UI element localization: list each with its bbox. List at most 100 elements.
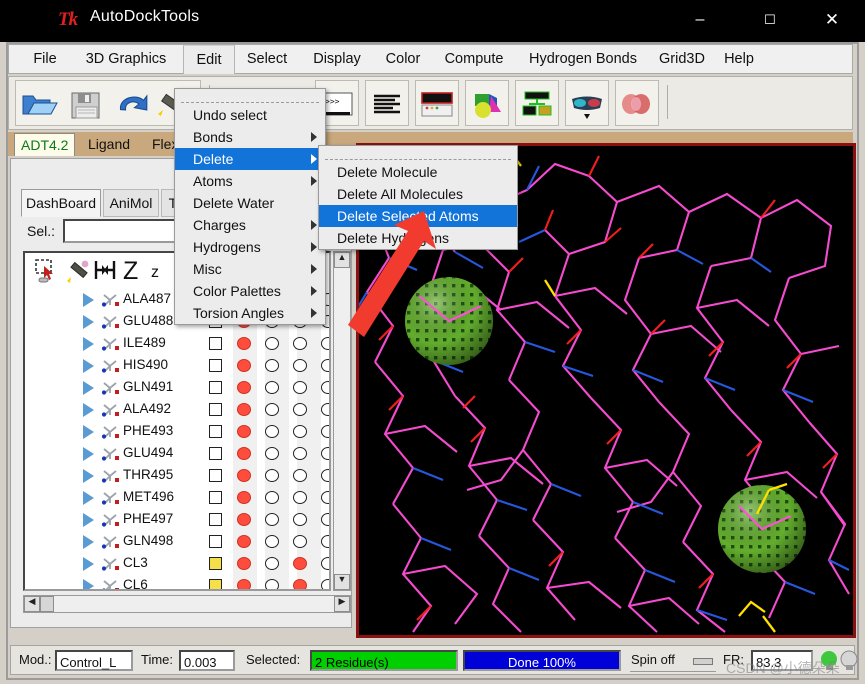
row-toggle-dot[interactable] (237, 425, 251, 438)
molecule-icon[interactable] (101, 402, 121, 418)
table-row[interactable]: GLU494 (25, 443, 329, 465)
table-row[interactable]: PHE497 (25, 509, 329, 531)
row-checkbox[interactable] (209, 579, 222, 589)
row-checkbox[interactable] (209, 403, 222, 416)
row-toggle-dot[interactable] (293, 447, 307, 460)
row-toggle-dot[interactable] (265, 359, 279, 372)
row-toggle-dot[interactable] (293, 513, 307, 526)
blur-render-icon[interactable] (617, 86, 659, 126)
edit-menu-item-bonds[interactable]: Bonds (175, 126, 325, 148)
expand-triangle-icon[interactable] (83, 447, 94, 461)
row-checkbox[interactable] (209, 359, 222, 372)
menu-select[interactable]: Select (235, 45, 299, 73)
row-toggle-dot[interactable] (321, 535, 329, 548)
row-checkbox[interactable] (209, 381, 222, 394)
menu-file[interactable]: File (21, 45, 69, 73)
row-toggle-dot[interactable] (237, 469, 251, 482)
stereo-glasses-icon[interactable] (567, 86, 609, 126)
adt-tab-ligand[interactable]: Ligand (82, 133, 136, 155)
row-toggle-dot[interactable] (293, 535, 307, 548)
row-toggle-dot[interactable] (237, 447, 251, 460)
expand-triangle-icon[interactable] (83, 513, 94, 527)
row-toggle-dot[interactable] (293, 337, 307, 350)
expand-triangle-icon[interactable] (83, 337, 94, 351)
delete-menu-item-delete-all-molecules[interactable]: Delete All Molecules (319, 183, 517, 205)
table-row[interactable]: PHE493 (25, 421, 329, 443)
row-checkbox[interactable] (209, 469, 222, 482)
row-toggle-dot[interactable] (265, 535, 279, 548)
open-folder-icon[interactable] (20, 86, 62, 126)
menu-hydrogen-bonds[interactable]: Hydrogen Bonds (517, 45, 649, 73)
table-row[interactable]: GLN498 (25, 531, 329, 553)
molecule-icon[interactable] (101, 468, 121, 484)
row-toggle-dot[interactable] (321, 557, 329, 570)
row-toggle-dot[interactable] (237, 557, 251, 570)
row-toggle-dot[interactable] (265, 425, 279, 438)
table-row[interactable]: CL3 (25, 553, 329, 575)
panel-tab-animol[interactable]: AniMol (103, 189, 159, 217)
expand-triangle-icon[interactable] (83, 557, 94, 571)
scroll-thumb[interactable] (40, 596, 54, 612)
row-toggle-dot[interactable] (265, 403, 279, 416)
row-toggle-dot[interactable] (237, 535, 251, 548)
edit-menu-item-atoms[interactable]: Atoms (175, 170, 325, 192)
molecule-icon[interactable] (101, 490, 121, 506)
menu-edit[interactable]: Edit (183, 45, 235, 74)
expand-triangle-icon[interactable] (83, 535, 94, 549)
edit-menu-item-color-palettes[interactable]: Color Palettes (175, 280, 325, 302)
row-checkbox[interactable] (209, 491, 222, 504)
row-toggle-dot[interactable] (237, 579, 251, 589)
table-row[interactable]: ILE489 (25, 333, 329, 355)
delete-menu-item-delete-molecule[interactable]: Delete Molecule (319, 161, 517, 183)
expand-triangle-icon[interactable] (83, 425, 94, 439)
molecule-icon[interactable] (101, 446, 121, 462)
row-toggle-dot[interactable] (265, 513, 279, 526)
table-row[interactable]: ALA492 (25, 399, 329, 421)
molecule-icon[interactable] (101, 292, 121, 308)
edit-menu-item-hydrogens[interactable]: Hydrogens (175, 236, 325, 258)
edit-menu-item-charges[interactable]: Charges (175, 214, 325, 236)
save-floppy-icon[interactable] (66, 86, 108, 126)
edit-menu-item-delete-water[interactable]: Delete Water (175, 192, 325, 214)
row-toggle-dot[interactable] (321, 425, 329, 438)
expand-triangle-icon[interactable] (83, 315, 94, 329)
close-button[interactable]: ✕ (812, 8, 852, 32)
molecule-icon[interactable] (101, 336, 121, 352)
row-toggle-dot[interactable] (237, 403, 251, 416)
row-toggle-dot[interactable] (321, 513, 329, 526)
edit-menu-item-delete[interactable]: Delete (175, 148, 325, 170)
row-toggle-dot[interactable] (321, 447, 329, 460)
row-toggle-dot[interactable] (321, 491, 329, 504)
row-toggle-dot[interactable] (237, 513, 251, 526)
row-toggle-dot[interactable] (265, 579, 279, 589)
row-toggle-dot[interactable] (265, 447, 279, 460)
panel-tab-dashboard[interactable]: DashBoard (21, 189, 101, 217)
molecule-icon[interactable] (101, 358, 121, 374)
molecule-icon[interactable] (101, 534, 121, 550)
table-row[interactable]: GLN491 (25, 377, 329, 399)
row-toggle-dot[interactable] (265, 491, 279, 504)
row-toggle-dot[interactable] (321, 469, 329, 482)
molecule-icon[interactable] (101, 314, 121, 330)
table-row[interactable]: CL6 (25, 575, 329, 589)
text-lines-icon[interactable] (367, 86, 409, 126)
expand-triangle-icon[interactable] (83, 403, 94, 417)
undo-arrow-icon[interactable] (112, 86, 154, 126)
row-toggle-dot[interactable] (293, 359, 307, 372)
menu-help[interactable]: Help (715, 45, 763, 73)
expand-triangle-icon[interactable] (83, 293, 94, 307)
row-toggle-dot[interactable] (321, 579, 329, 589)
row-checkbox[interactable] (209, 513, 222, 526)
row-checkbox[interactable] (209, 447, 222, 460)
tree-view-icon[interactable] (517, 86, 559, 126)
maximize-button[interactable]: ☐ (750, 8, 790, 32)
spin-dropdown-icon[interactable] (693, 658, 713, 665)
menu-color[interactable]: Color (375, 45, 431, 73)
row-toggle-dot[interactable] (293, 381, 307, 394)
spin-toggle-label[interactable]: Spin off (631, 652, 675, 667)
row-toggle-dot[interactable] (237, 337, 251, 350)
row-checkbox[interactable] (209, 425, 222, 438)
edit-menu[interactable]: Undo select Bonds Delete Atoms Delete Water C… (174, 88, 326, 325)
table-row[interactable]: HIS490 (25, 355, 329, 377)
molecule-icon[interactable] (101, 512, 121, 528)
